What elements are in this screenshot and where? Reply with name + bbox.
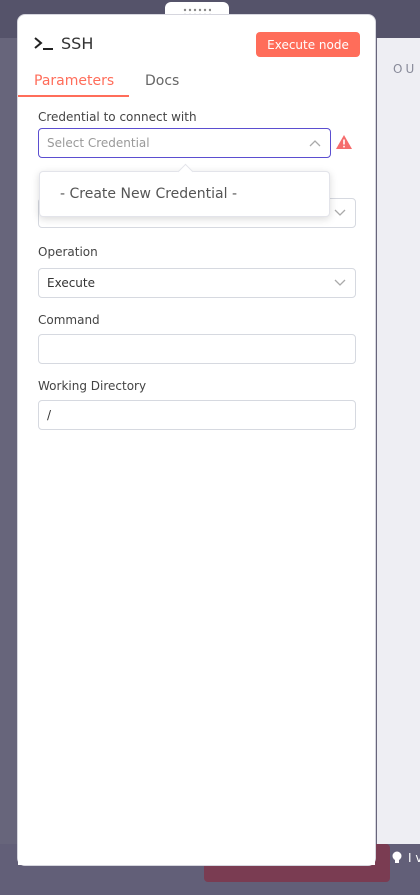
output-panel-label: OU (393, 62, 418, 76)
output-panel-background (377, 38, 420, 844)
credential-dropdown: - Create New Credential - (39, 163, 330, 217)
chevron-down-icon (334, 209, 346, 216)
execute-node-button[interactable]: Execute node (256, 32, 360, 57)
credential-select[interactable]: Select Credential (38, 128, 331, 158)
operation-value: Execute (47, 276, 95, 290)
chevron-up-icon (309, 140, 321, 147)
node-settings-panel: SSH Execute node Parameters Docs Credent… (17, 14, 376, 866)
bottom-hint-text: I v (408, 851, 420, 865)
tab-parameters[interactable]: Parameters (34, 73, 114, 89)
chevron-down-icon (334, 279, 346, 286)
tab-docs[interactable]: Docs (145, 73, 179, 89)
credential-label: Credential to connect with (38, 110, 197, 124)
operation-label: Operation (38, 245, 98, 259)
active-tab-indicator (18, 95, 129, 97)
create-new-credential-option[interactable]: - Create New Credential - (60, 186, 237, 202)
panel-tabs: Parameters Docs (18, 71, 375, 145)
panel-header: SSH Execute node (18, 15, 375, 75)
terminal-icon (34, 37, 53, 50)
credential-placeholder: Select Credential (47, 136, 150, 150)
working-directory-input[interactable]: / (38, 400, 356, 430)
dropdown-pointer (177, 163, 194, 180)
working-directory-label: Working Directory (38, 379, 147, 393)
warning-icon (336, 135, 352, 149)
command-label: Command (38, 313, 100, 327)
lightbulb-icon (392, 851, 402, 863)
node-title[interactable]: SSH (61, 34, 93, 53)
operation-select[interactable]: Execute (38, 268, 356, 298)
command-input[interactable] (38, 334, 356, 364)
parameters-form: Credential to connect with Select Creden… (18, 98, 375, 865)
